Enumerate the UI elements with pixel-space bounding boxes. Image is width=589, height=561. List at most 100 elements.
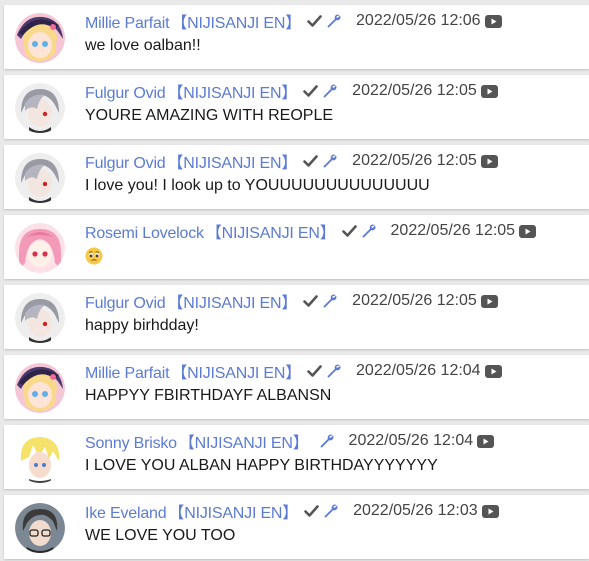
author-avatar[interactable]: [15, 223, 65, 273]
youtube-play-icon[interactable]: [480, 294, 498, 308]
message-text: YOURE AMAZING WITH REOPLE: [85, 107, 333, 125]
author-badges: [307, 363, 342, 379]
chat-feed: Millie Parfait 【NIJISANJI EN】 2022/05/26 1…: [0, 0, 589, 561]
moderator-wrench-icon: [326, 363, 342, 379]
youtube-play-icon[interactable]: [477, 434, 495, 448]
author-avatar[interactable]: [15, 13, 65, 63]
author-name-text[interactable]: Fulgur Ovid: [85, 295, 166, 312]
message-header: Fulgur Ovid 【NIJISANJI EN】 2022/05/26 12:0…: [85, 79, 498, 103]
author-avatar[interactable]: [15, 433, 65, 483]
author-badges: [303, 293, 338, 309]
message-text: [85, 247, 103, 270]
chat-message-card: Fulgur Ovid 【NIJISANJI EN】 2022/05/26 12:0…: [4, 145, 589, 209]
moderator-wrench-icon: [361, 223, 377, 239]
youtube-play-icon[interactable]: [519, 224, 537, 238]
author-name-text[interactable]: Fulgur Ovid: [85, 155, 166, 172]
moderator-wrench-icon: [323, 503, 339, 519]
message-text: HAPPYY FBIRTHDAYF ALBANSN: [85, 387, 331, 405]
pleading-face-emoji-icon: [85, 247, 103, 270]
message-header: Ike Eveland 【NIJISANJI EN】 2022/05/26 12:0…: [85, 499, 499, 523]
verified-check-icon: [304, 504, 319, 518]
message-text: I love you! I look up to YOUUUUUUUUUUUUU…: [85, 177, 430, 195]
author-avatar[interactable]: [15, 503, 65, 553]
chat-message-card: Millie Parfait 【NIJISANJI EN】 2022/05/26 1…: [4, 355, 589, 419]
message-header: Fulgur Ovid 【NIJISANJI EN】 2022/05/26 12:0…: [85, 289, 498, 313]
youtube-play-icon[interactable]: [481, 504, 499, 518]
author-name-text[interactable]: Millie Parfait: [85, 365, 170, 382]
chat-message-card: Fulgur Ovid 【NIJISANJI EN】 2022/05/26 12:0…: [4, 75, 589, 139]
message-header: Millie Parfait 【NIJISANJI EN】 2022/05/26 1…: [85, 9, 502, 33]
author-name[interactable]: Fulgur Ovid 【NIJISANJI EN】: [85, 149, 297, 173]
message-timestamp: 2022/05/26 12:05: [352, 82, 477, 99]
youtube-play-icon[interactable]: [480, 154, 498, 168]
author-badges: [307, 13, 342, 29]
chat-message-card: Millie Parfait 【NIJISANJI EN】 2022/05/26 1…: [4, 5, 589, 69]
message-timestamp: 2022/05/26 12:05: [390, 222, 516, 239]
message-timestamp: 2022/05/26 12:03: [353, 502, 478, 519]
youtube-play-icon[interactable]: [484, 14, 502, 28]
verified-check-icon: [341, 224, 357, 238]
author-badges: [315, 433, 335, 449]
message-body: I LOVE YOU ALBAN HAPPY BIRTHDAYYYYYYY: [85, 457, 438, 474]
author-name-text[interactable]: Rosemi Lovelock: [85, 225, 204, 242]
author-avatar[interactable]: [15, 83, 65, 133]
youtube-play-icon[interactable]: [480, 84, 498, 98]
author-avatar[interactable]: [15, 153, 65, 203]
author-name[interactable]: Millie Parfait 【NIJISANJI EN】: [85, 9, 301, 33]
author-affiliation-tag: 【NIJISANJI EN】: [205, 225, 336, 242]
moderator-wrench-icon: [319, 433, 335, 449]
author-name-text[interactable]: Fulgur Ovid: [85, 85, 166, 102]
message-body: happy birhdday!: [85, 317, 199, 334]
verified-check-icon: [307, 14, 322, 28]
message-body: we love oalban!!: [85, 37, 201, 54]
author-name[interactable]: Fulgur Ovid 【NIJISANJI EN】: [85, 79, 297, 103]
chat-message-card: Fulgur Ovid 【NIJISANJI EN】 2022/05/26 12:0…: [4, 285, 589, 349]
chat-message-card: Ike Eveland 【NIJISANJI EN】 2022/05/26 12:0…: [4, 495, 589, 559]
chat-message-card: Rosemi Lovelock 【NIJISANJI EN】 2022/05/26 …: [4, 215, 589, 279]
message-body: YOURE AMAZING WITH REOPLE: [85, 107, 334, 124]
message-header: Sonny Brisko 【NIJISANJI EN】 2022/05/26 12:…: [85, 429, 495, 453]
author-name[interactable]: Fulgur Ovid 【NIJISANJI EN】: [85, 289, 297, 313]
moderator-wrench-icon: [322, 153, 338, 169]
message-body: WE LOVE YOU TOO: [85, 527, 236, 544]
message-body: I love you! I look up to YOUUUUUUUUUUUUU…: [85, 177, 430, 194]
verified-check-icon: [303, 84, 318, 98]
author-badges: [303, 83, 338, 99]
author-affiliation-tag: 【NIJISANJI EN】: [178, 435, 309, 452]
message-text: happy birhdday!: [85, 317, 199, 335]
author-name[interactable]: Rosemi Lovelock 【NIJISANJI EN】: [85, 219, 336, 243]
author-affiliation-tag: 【NIJISANJI EN】: [171, 365, 302, 382]
author-affiliation-tag: 【NIJISANJI EN】: [167, 155, 298, 172]
message-header: Rosemi Lovelock 【NIJISANJI EN】 2022/05/26 …: [85, 219, 537, 243]
author-name-text[interactable]: Millie Parfait: [85, 15, 170, 32]
verified-check-icon: [303, 294, 318, 308]
author-name[interactable]: Sonny Brisko 【NIJISANJI EN】: [85, 429, 309, 453]
message-text: WE LOVE YOU TOO: [85, 527, 235, 545]
author-affiliation-tag: 【NIJISANJI EN】: [171, 15, 302, 32]
author-avatar[interactable]: [15, 363, 65, 413]
author-name[interactable]: Ike Eveland 【NIJISANJI EN】: [85, 499, 298, 523]
message-header: Fulgur Ovid 【NIJISANJI EN】 2022/05/26 12:0…: [85, 149, 498, 173]
verified-check-icon: [303, 154, 318, 168]
author-name[interactable]: Millie Parfait 【NIJISANJI EN】: [85, 359, 301, 383]
moderator-wrench-icon: [322, 83, 338, 99]
author-name-text[interactable]: Ike Eveland: [85, 505, 167, 522]
chat-message-card: Sonny Brisko 【NIJISANJI EN】 2022/05/26 12:…: [4, 425, 589, 489]
verified-check-icon: [307, 364, 322, 378]
author-badges: [341, 223, 377, 239]
youtube-play-icon[interactable]: [484, 364, 502, 378]
message-text: we love oalban!!: [85, 37, 201, 55]
author-badges: [304, 503, 339, 519]
message-timestamp: 2022/05/26 12:06: [356, 12, 481, 29]
author-affiliation-tag: 【NIJISANJI EN】: [168, 505, 299, 522]
author-name-text[interactable]: Sonny Brisko: [85, 435, 177, 452]
author-affiliation-tag: 【NIJISANJI EN】: [167, 85, 298, 102]
author-affiliation-tag: 【NIJISANJI EN】: [167, 295, 298, 312]
author-avatar[interactable]: [15, 293, 65, 343]
message-timestamp: 2022/05/26 12:04: [356, 362, 481, 379]
author-badges: [303, 153, 338, 169]
moderator-wrench-icon: [326, 13, 342, 29]
message-text: I LOVE YOU ALBAN HAPPY BIRTHDAYYYYYYY: [85, 457, 438, 475]
moderator-wrench-icon: [322, 293, 338, 309]
message-header: Millie Parfait 【NIJISANJI EN】 2022/05/26 1…: [85, 359, 502, 383]
